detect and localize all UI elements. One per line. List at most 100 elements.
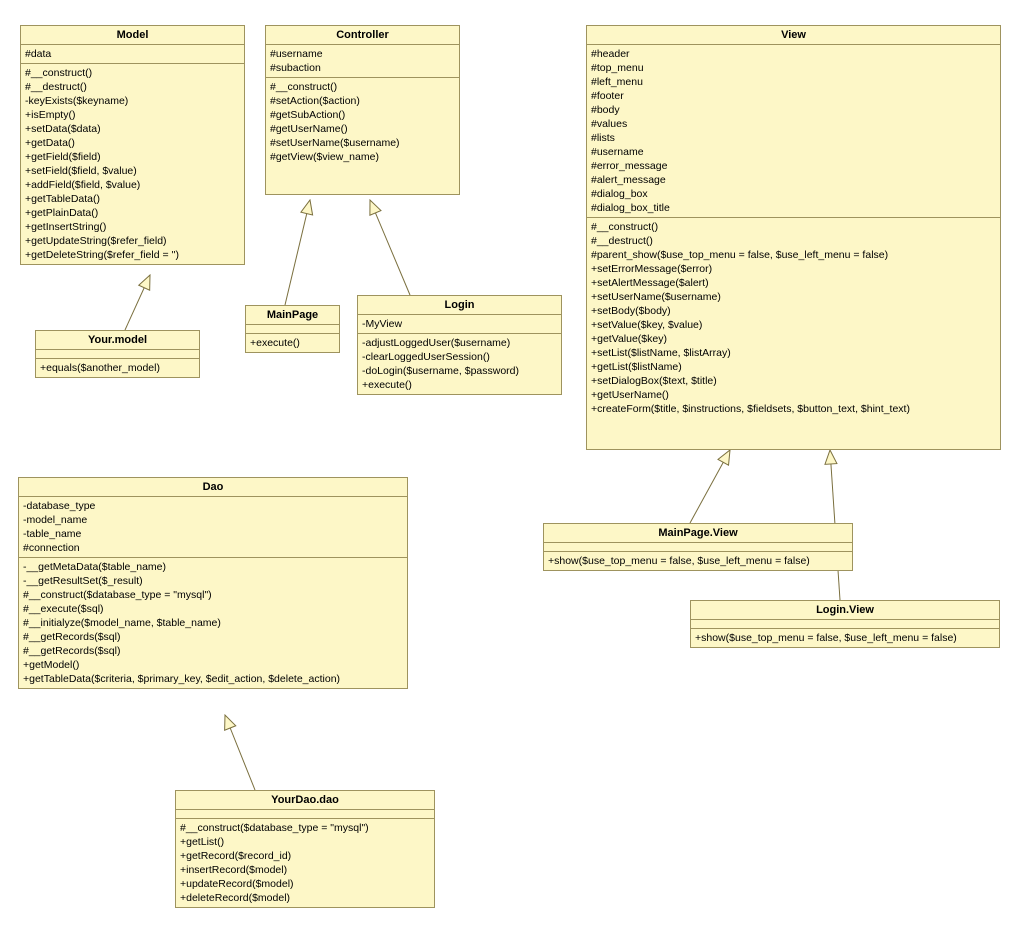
method-row: #getUserName() [270, 122, 455, 136]
method-row: +execute() [362, 378, 557, 392]
method-row: +isEmpty() [25, 108, 240, 122]
attributes-section: -MyView [358, 315, 561, 334]
class-dao: Dao -database_type -model_name -table_na… [18, 477, 408, 689]
method-row: +insertRecord($model) [180, 863, 430, 877]
method-row: +execute() [250, 336, 335, 350]
method-row: #__destruct() [25, 80, 240, 94]
attribute-row: #left_menu [591, 75, 996, 89]
class-title: MainPage [246, 306, 339, 325]
class-title: YourDao.dao [176, 791, 434, 810]
method-row: #__construct($database_type = "mysql") [23, 588, 403, 602]
method-row: +setField($field, $value) [25, 164, 240, 178]
method-row: +setValue($key, $value) [591, 318, 996, 332]
methods-section: #__construct() #__destruct() #parent_sho… [587, 218, 1000, 418]
attribute-row: #connection [23, 541, 403, 555]
method-row: +addField($field, $value) [25, 178, 240, 192]
class-title: MainPage.View [544, 524, 852, 543]
class-controller: Controller #username #subaction #__const… [265, 25, 460, 195]
attribute-row: #subaction [270, 61, 455, 75]
class-yourmodel: Your.model +equals($another_model) [35, 330, 200, 378]
method-row: #__construct($database_type = "mysql") [180, 821, 430, 835]
method-row: +setBody($body) [591, 304, 996, 318]
methods-section: #__construct() #setAction($action) #getS… [266, 78, 459, 194]
method-row: +getTableData() [25, 192, 240, 206]
attribute-row: #top_menu [591, 61, 996, 75]
attribute-row: #lists [591, 131, 996, 145]
attribute-row: -table_name [23, 527, 403, 541]
attribute-row: -database_type [23, 499, 403, 513]
methods-section: +show($use_top_menu = false, $use_left_m… [544, 552, 852, 570]
attribute-row: #dialog_box_title [591, 201, 996, 215]
attributes-section [176, 810, 434, 819]
method-row: -clearLoggedUserSession() [362, 350, 557, 364]
class-mainpage: MainPage +execute() [245, 305, 340, 353]
method-row: #__initialyze($model_name, $table_name) [23, 616, 403, 630]
class-title: Login [358, 296, 561, 315]
attribute-row: #body [591, 103, 996, 117]
methods-section: #__construct($database_type = "mysql") +… [176, 819, 434, 907]
method-row: +getDeleteString($refer_field = '') [25, 248, 240, 262]
method-row: +createForm($title, $instructions, $fiel… [591, 402, 996, 416]
attributes-section: #username #subaction [266, 45, 459, 78]
class-title: Your.model [36, 331, 199, 350]
method-row: +setData($data) [25, 122, 240, 136]
method-row: +setList($listName, $listArray) [591, 346, 996, 360]
method-row: -__getResultSet($_result) [23, 574, 403, 588]
method-row: +getUpdateString($refer_field) [25, 234, 240, 248]
method-row: +getValue($key) [591, 332, 996, 346]
method-row: #__getRecords($sql) [23, 644, 403, 658]
attribute-row: #values [591, 117, 996, 131]
method-row: #getSubAction() [270, 108, 455, 122]
attribute-row: #username [270, 47, 455, 61]
method-row: +equals($another_model) [40, 361, 195, 375]
method-row: -__getMetaData($table_name) [23, 560, 403, 574]
class-title: Controller [266, 26, 459, 45]
method-row: +getList($listName) [591, 360, 996, 374]
method-row: #__execute($sql) [23, 602, 403, 616]
class-title: Model [21, 26, 244, 45]
method-row: -adjustLoggedUser($username) [362, 336, 557, 350]
class-yourdao: YourDao.dao #__construct($database_type … [175, 790, 435, 908]
method-row: #parent_show($use_top_menu = false, $use… [591, 248, 996, 262]
methods-section: -adjustLoggedUser($username) -clearLogge… [358, 334, 561, 394]
method-row: #__construct() [591, 220, 996, 234]
attribute-row: #alert_message [591, 173, 996, 187]
attributes-section [36, 350, 199, 359]
attribute-row: #username [591, 145, 996, 159]
method-row: +getField($field) [25, 150, 240, 164]
attribute-row: #header [591, 47, 996, 61]
methods-section: +equals($another_model) [36, 359, 199, 377]
method-row: +getRecord($record_id) [180, 849, 430, 863]
attributes-section: #data [21, 45, 244, 64]
method-row: +setAlertMessage($alert) [591, 276, 996, 290]
method-row: +getData() [25, 136, 240, 150]
method-row: +setUserName($username) [591, 290, 996, 304]
method-row: #setUserName($username) [270, 136, 455, 150]
method-row: +show($use_top_menu = false, $use_left_m… [548, 554, 848, 568]
method-row: +updateRecord($model) [180, 877, 430, 891]
method-row: +getModel() [23, 658, 403, 672]
class-model: Model #data #__construct() #__destruct()… [20, 25, 245, 265]
method-row: +getTableData($criteria, $primary_key, $… [23, 672, 403, 686]
attributes-section: #header #top_menu #left_menu #footer #bo… [587, 45, 1000, 218]
method-row: #setAction($action) [270, 94, 455, 108]
class-title: Dao [19, 478, 407, 497]
methods-section: -__getMetaData($table_name) -__getResult… [19, 558, 407, 688]
uml-canvas: Model #data #__construct() #__destruct()… [0, 0, 1018, 933]
method-row: -doLogin($username, $password) [362, 364, 557, 378]
class-title: Login.View [691, 601, 999, 620]
method-row: +getPlainData() [25, 206, 240, 220]
method-row: +show($use_top_menu = false, $use_left_m… [695, 631, 995, 645]
method-row: #getView($view_name) [270, 150, 455, 164]
method-row: +getInsertString() [25, 220, 240, 234]
method-row: +setDialogBox($text, $title) [591, 374, 996, 388]
method-row: #__destruct() [591, 234, 996, 248]
attribute-row: -model_name [23, 513, 403, 527]
attributes-section [691, 620, 999, 629]
method-row: +getUserName() [591, 388, 996, 402]
attribute-row: #error_message [591, 159, 996, 173]
class-title: View [587, 26, 1000, 45]
class-login: Login -MyView -adjustLoggedUser($usernam… [357, 295, 562, 395]
attributes-section [246, 325, 339, 334]
methods-section: +execute() [246, 334, 339, 352]
